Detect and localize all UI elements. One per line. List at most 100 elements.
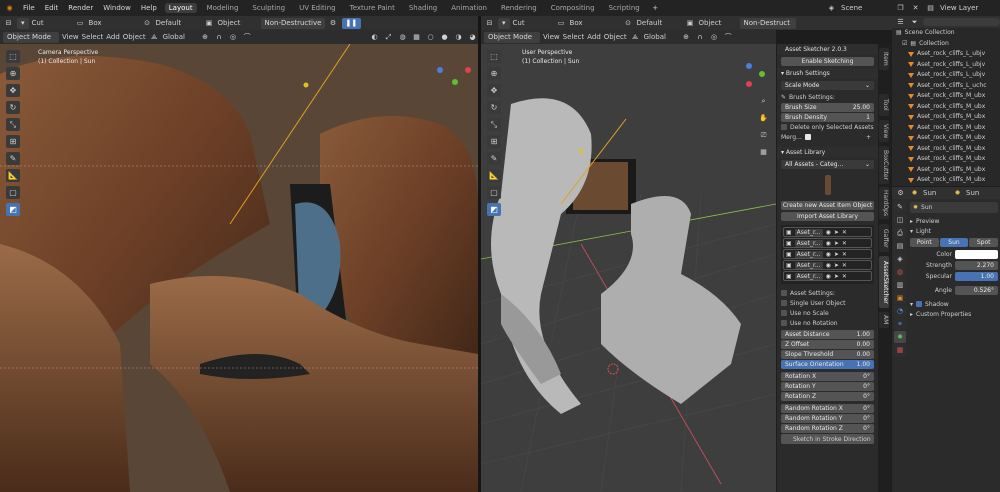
tab-animation[interactable]: Animation (447, 3, 491, 13)
scale-mode-dropdown[interactable]: Scale Mode ⌄ (781, 81, 874, 90)
list-item[interactable]: Aset_rock_cliffs_M_ubx (892, 154, 1000, 165)
zoom-icon[interactable]: ⌕ (758, 96, 769, 107)
rotation-z-field[interactable]: Rotation Z 0° (781, 392, 874, 401)
orientation-icon[interactable]: ⟁ (149, 32, 160, 43)
preview-header[interactable]: ▸ Preview (910, 216, 998, 226)
tab-assetsketcher[interactable]: AssetSketcher (879, 256, 889, 308)
list-item[interactable]: Aset_rock_cliffs_M_ubx (892, 102, 1000, 113)
remove-icon[interactable]: ✕ (842, 229, 847, 236)
right-menu-view[interactable]: View (543, 33, 560, 41)
left-menu-add[interactable]: Add (106, 33, 120, 41)
pointer-icon[interactable]: ➤ (834, 251, 839, 258)
eye-icon[interactable]: ◉ (826, 273, 831, 280)
outliner-search-input[interactable] (923, 18, 1000, 26)
properties-icon[interactable]: ⚙ (895, 188, 906, 199)
brush-density-field[interactable]: Brush Density 1 (781, 113, 874, 122)
filter-icon[interactable]: ⏷ (909, 17, 920, 28)
close-icon[interactable]: ✕ (910, 3, 921, 14)
list-item[interactable]: Aset_rock_cliffs_M_ubx (892, 175, 1000, 186)
scale-icon[interactable]: ⤡ (6, 118, 20, 131)
tab-item[interactable]: Item (879, 48, 889, 70)
add-cube-icon[interactable]: ▢ (487, 186, 501, 199)
menu-help[interactable]: Help (139, 3, 159, 13)
tab-uv-editing[interactable]: UV Editing (295, 3, 340, 13)
brush-size-field[interactable]: Brush Size 25.00 (781, 103, 874, 112)
list-item[interactable]: ▣ Aset_r... ◉ ➤ ✕ (783, 249, 872, 259)
tab-boxcutter[interactable]: BoxCutter (879, 146, 889, 184)
z-offset-field[interactable]: Z Offset 0.00 (781, 340, 874, 349)
object-icon[interactable]: ▣ (685, 18, 696, 29)
tool-tab-icon[interactable]: ✎ (894, 201, 906, 213)
left-mode-dropdown[interactable]: Non-Destructive (260, 17, 325, 29)
tab-modeling[interactable]: Modeling (203, 3, 243, 13)
scene-collection-row[interactable]: ▤ Scene Collection (892, 28, 1000, 39)
menu-render[interactable]: Render (66, 3, 95, 13)
tab-gaffer[interactable]: Gaffer (879, 224, 889, 252)
visibility-icon[interactable]: ◐ (369, 32, 380, 43)
tab-scripting[interactable]: Scripting (605, 3, 644, 13)
pointer-icon[interactable]: ➤ (834, 229, 839, 236)
render-tab-icon[interactable]: ◫ (894, 214, 906, 226)
overlay-icon[interactable]: ◍ (397, 32, 408, 43)
list-item[interactable]: Aset_rock_cliffs_L_ubjv (892, 60, 1000, 71)
remove-icon[interactable]: ✕ (842, 240, 847, 247)
move-icon[interactable]: ✥ (487, 84, 501, 97)
import-library-button[interactable]: Import Asset Library (781, 212, 874, 221)
right-pivot[interactable]: Default (637, 19, 682, 27)
library-dropdown[interactable]: All Assets - Categ... ⌄ (781, 160, 874, 169)
select-box-icon[interactable]: ⬚ (6, 50, 20, 63)
left-pivot[interactable]: Default (156, 19, 201, 27)
eye-icon[interactable]: ◉ (826, 251, 831, 258)
collection-tab-icon[interactable]: ▥ (894, 279, 906, 291)
cursor-icon[interactable]: ⊕ (6, 67, 20, 80)
list-item[interactable]: Aset_rock_cliffs_M_ubx (892, 112, 1000, 123)
pan-icon[interactable]: ✋ (758, 113, 769, 124)
color-swatch[interactable] (955, 250, 998, 259)
remove-icon[interactable]: ✕ (842, 273, 847, 280)
physics-tab-icon[interactable]: ◔ (894, 305, 906, 317)
tab-tool[interactable]: Tool (879, 94, 889, 116)
light-type-sun[interactable]: Sun (939, 238, 969, 247)
left-menu-object[interactable]: Object (123, 33, 146, 41)
right-snap-target[interactable]: Object (699, 19, 737, 27)
cut-tool-icon[interactable]: ⊟ (484, 18, 495, 29)
list-item[interactable]: Aset_rock_cliffs_M_ubx (892, 133, 1000, 144)
annotate-icon[interactable]: ✎ (487, 152, 501, 165)
shadow-header[interactable]: ▾ Shadow (910, 299, 998, 309)
specular-field[interactable]: 1.00 (955, 272, 998, 281)
boxcutter-icon[interactable]: ◩ (487, 203, 501, 216)
right-tool-dropdown[interactable]: ▾ (498, 17, 510, 29)
xray-icon[interactable]: ▦ (411, 32, 422, 43)
enable-sketching-button[interactable]: Enable Sketching (781, 57, 874, 66)
shading-solid-icon[interactable]: ● (439, 32, 450, 43)
list-item[interactable]: Aset_rock_cliffs_M_ubx (892, 144, 1000, 155)
right-menu-object[interactable]: Object (604, 33, 627, 41)
falloff-icon[interactable]: ⌒ (723, 32, 734, 43)
right-shape[interactable]: Box (570, 19, 620, 27)
tab-view[interactable]: View (879, 120, 889, 142)
checkbox-icon[interactable]: ☑ (902, 39, 907, 50)
tab-hardops[interactable]: HardOps (879, 187, 889, 219)
view-layer-tab-icon[interactable]: ▤ (894, 240, 906, 252)
list-item[interactable]: ▣ Aset_r... ◉ ➤ ✕ (783, 238, 872, 248)
random-rotation-y-field[interactable]: Random Rotation Y 0° (781, 414, 874, 423)
right-object-mode-dropdown[interactable]: Object Mode (484, 31, 540, 43)
box-shape-icon[interactable]: ▭ (75, 18, 86, 29)
list-item[interactable]: Aset_rock_cliffs_M_ubx (892, 165, 1000, 176)
right-mode-dropdown[interactable]: Non-Destruct (739, 17, 796, 29)
list-item[interactable]: Aset_rock_cliffs_L_ubjv (892, 49, 1000, 60)
rotation-x-field[interactable]: Rotation X 0° (781, 372, 874, 381)
remove-icon[interactable]: ✕ (842, 262, 847, 269)
tab-compositing[interactable]: Compositing (547, 3, 599, 13)
no-rotation-checkbox[interactable]: Use no Rotation (781, 318, 874, 328)
box-shape-icon[interactable]: ▭ (556, 18, 567, 29)
annotate-icon[interactable]: ✎ (6, 152, 20, 165)
magnet-icon[interactable]: ∩ (695, 32, 706, 43)
measure-icon[interactable]: 📐 (6, 169, 20, 182)
world-tab-icon[interactable]: ◍ (894, 266, 906, 278)
merge-checkbox[interactable] (804, 134, 811, 140)
shading-render-icon[interactable]: ◕ (467, 32, 478, 43)
light-header[interactable]: ▾ Light (910, 226, 998, 236)
tab-shading[interactable]: Shading (405, 3, 441, 13)
copy-icon[interactable]: ❐ (895, 3, 906, 14)
